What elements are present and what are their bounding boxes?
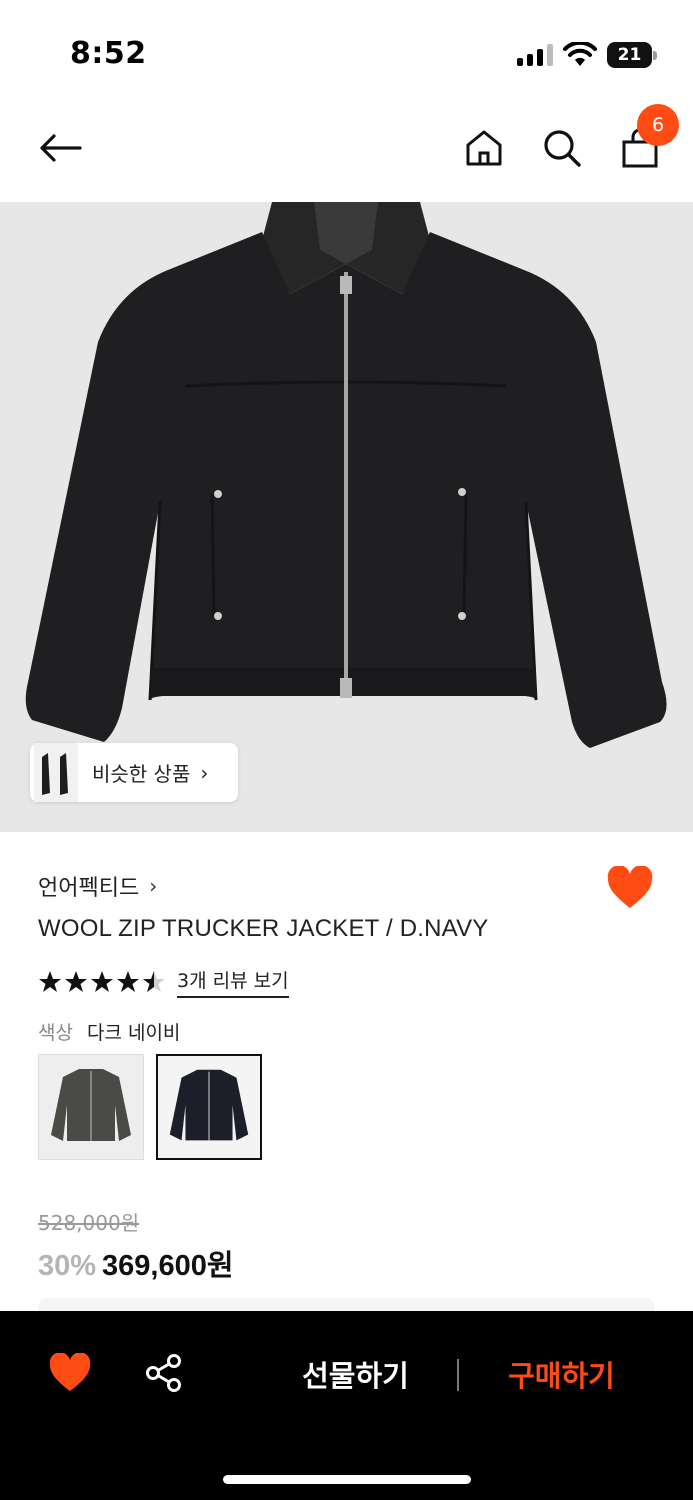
divider [457,1359,459,1391]
share-icon [146,1354,181,1392]
color-option-charcoal[interactable] [38,1054,144,1160]
similar-items-button[interactable]: 비슷한 상품 › [30,743,238,802]
wifi-icon [563,42,597,66]
star-icon [91,971,113,992]
battery-level: 21 [607,42,652,68]
search-button[interactable] [534,120,590,176]
brand-name: 언어펙티드 [38,876,140,901]
color-option-dark-navy[interactable] [156,1054,262,1160]
heart-icon [49,1352,91,1392]
cart-count-badge: 6 [637,104,679,146]
rating-row: 3개 리뷰 보기 [38,966,289,998]
home-indicator[interactable] [223,1475,471,1484]
original-price: 528,000원 [38,1211,140,1235]
wishlist-button[interactable] [606,865,654,914]
share-button[interactable] [144,1353,188,1397]
top-nav [0,100,693,202]
half-star-icon [143,971,165,992]
back-button[interactable] [32,120,88,176]
charcoal-jacket-thumbnail [51,1069,131,1141]
price-row: 30% 369,600원 [38,1242,234,1284]
gift-button[interactable]: 선물하기 [278,1351,433,1401]
color-row: 색상 다크 네이비 [38,1018,180,1045]
reviews-link[interactable]: 3개 리뷰 보기 [177,966,289,998]
bottom-action-bar: 선물하기 구매하기 [0,1311,693,1500]
similar-items-thumbnail [34,743,78,802]
chevron-right-icon: › [149,874,158,898]
chevron-right-icon: › [200,760,209,785]
rating-stars [38,970,166,994]
search-icon [544,130,581,167]
dark-navy-jacket-thumbnail [169,1069,249,1141]
battery-icon: 21 [607,42,657,68]
home-button[interactable] [456,120,512,176]
similar-items-label: 비슷한 상품 [92,762,191,786]
buy-button[interactable]: 구매하기 [484,1351,639,1401]
arrow-left-icon [40,134,82,162]
product-image[interactable]: 비슷한 상품 › [0,202,693,832]
jacket-image [25,202,667,748]
status-time: 8:52 [70,36,147,71]
heart-icon [607,865,653,908]
star-icon [117,971,139,992]
brand-link[interactable]: 언어펙티드 › [38,870,157,902]
star-icon [39,971,61,992]
product-title: WOOL ZIP TRUCKER JACKET / D.NAVY [38,915,489,942]
color-value: 다크 네이비 [86,1022,181,1044]
color-label: 색상 [38,1022,73,1044]
star-icon [65,971,87,992]
bottom-wishlist-button[interactable] [48,1352,92,1397]
sale-price: 369,600원 [102,1250,234,1282]
cellular-signal-icon [517,44,553,66]
status-bar: 8:52 21 [0,0,693,100]
discount-rate: 30% [38,1250,97,1282]
home-icon [466,130,502,166]
